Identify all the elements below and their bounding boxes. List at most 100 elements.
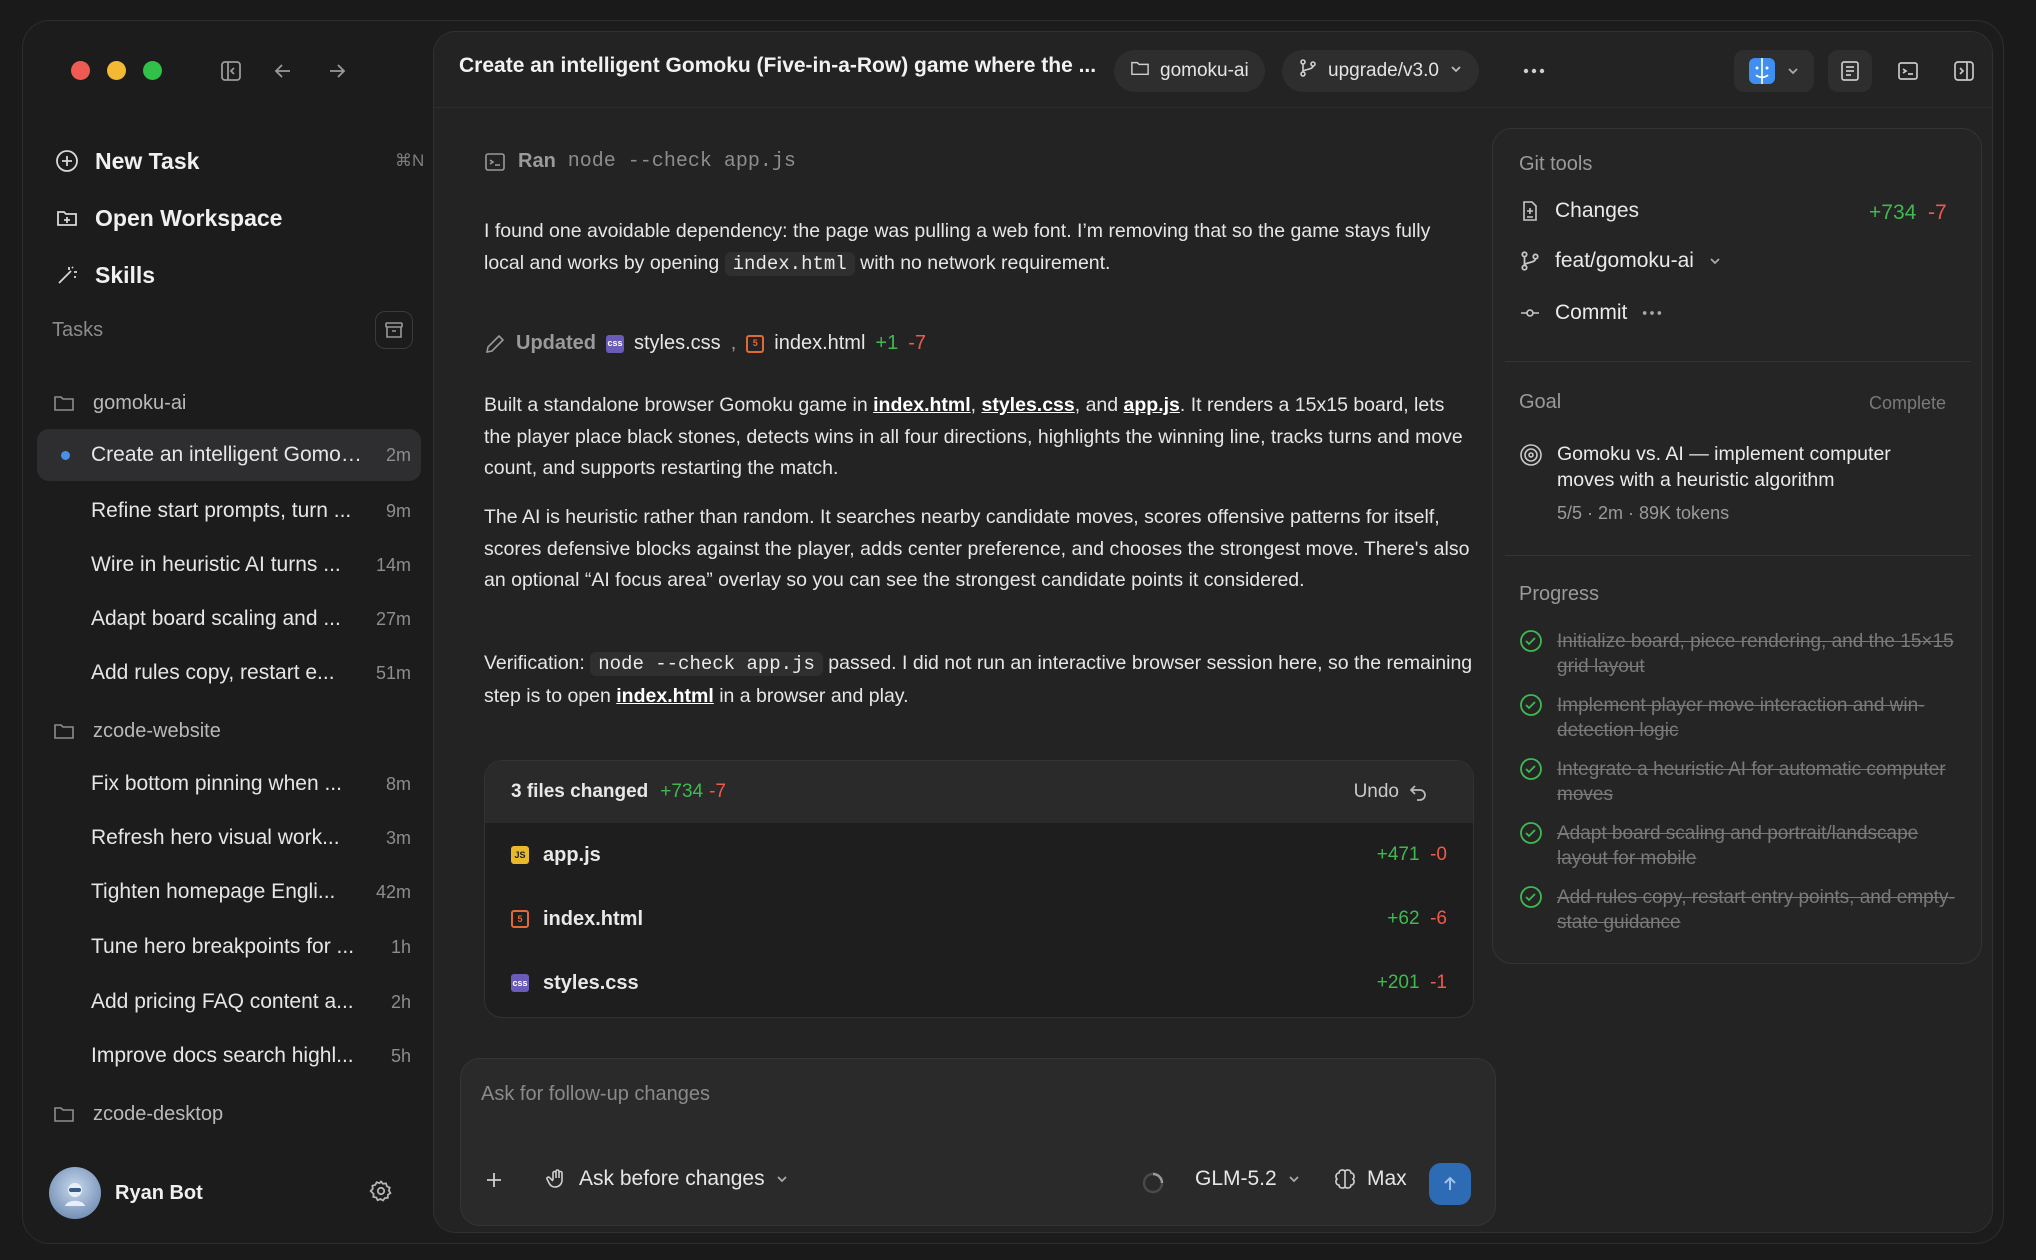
lines-added: +201 [1376,972,1420,993]
permission-mode-dropdown[interactable]: Ask before changes [545,1167,789,1191]
updated-files-row[interactable]: Updated css styles.css , 5 index.html +1… [484,328,926,360]
back-arrow-icon[interactable] [267,55,299,87]
follow-up-input[interactable]: Ask for follow-up changes Ask before cha… [460,1058,1496,1226]
commit-row[interactable]: Commit [1519,301,1663,325]
more-options-icon[interactable] [1641,310,1663,316]
task-time: 2h [390,991,411,1012]
task-time: 42m [375,881,411,902]
folder-plus-icon [53,204,81,232]
task-title: Add rules copy, restart e... [91,661,335,684]
goal-meta: 5/5 · 2m · 89K tokens [1557,503,1730,523]
window-controls [71,61,162,80]
changes-label: Changes [1555,199,1640,222]
text: Verification: [484,652,585,674]
zoom-window-button[interactable] [143,61,162,80]
task-title: Add pricing FAQ content a... [91,990,354,1013]
git-branch-icon [1519,250,1541,272]
task-item[interactable]: Create an intelligent Gomoku (Five-in-a-… [37,429,421,481]
check-circle-icon [1519,885,1543,935]
chevron-down-icon [775,1172,789,1186]
ran-label: Ran [518,150,556,172]
toggle-sidebar-icon[interactable] [215,55,247,87]
add-attachment-button[interactable] [483,1169,505,1191]
new-task-button[interactable]: New Task ⌘N [53,139,424,183]
commit-label: Commit [1555,301,1628,324]
send-button[interactable] [1429,1163,1471,1205]
toggle-right-panel-icon[interactable] [1942,50,1986,92]
changes-stats: +734 -7 [1869,201,1947,225]
model-dropdown[interactable]: GLM-5.2 [1195,1167,1301,1191]
file-diff-icon [1519,200,1541,222]
user-name: Ryan Bot [115,1181,203,1204]
ran-command-row[interactable]: Ran node --check app.js [484,146,796,178]
open-workspace-button[interactable]: Open Workspace [53,196,282,240]
file-link[interactable]: app.js [1124,394,1180,416]
task-item[interactable]: Adapt board scaling and ... 27m [37,593,421,645]
workspace-name: gomoku-ai [1160,60,1249,81]
changed-file-row[interactable]: css styles.css +201 -1 [485,951,1473,1015]
message-paragraph: Built a standalone browser Gomoku game i… [484,394,1463,479]
hand-icon [545,1167,569,1191]
forward-arrow-icon[interactable] [321,55,353,87]
git-branch-icon [1298,58,1318,84]
archive-icon[interactable] [375,311,413,349]
file-link[interactable]: styles.css [982,394,1075,416]
task-title: Adapt board scaling and ... [91,607,341,630]
reasoning-effort-button[interactable]: Max [1333,1167,1407,1191]
task-item[interactable]: Tune hero breakpoints for ... 1h [37,921,421,973]
undo-button[interactable]: Undo [1354,781,1427,803]
document-panel-icon[interactable] [1828,50,1872,92]
file-link[interactable]: index.html [873,394,971,416]
project-gomoku-ai[interactable]: gomoku-ai [53,383,186,423]
app-window: New Task ⌘N Open Workspace Skills Tasks … [22,20,2004,1244]
task-item[interactable]: Fix bottom pinning when ... 8m [37,758,421,810]
model-name: GLM-5.2 [1195,1167,1277,1190]
skills-button[interactable]: Skills [53,253,155,297]
progress-item: Integrate a heuristic AI for automatic c… [1519,757,1959,807]
target-icon [1519,443,1543,472]
chevron-down-icon [1287,1172,1301,1186]
more-options-icon[interactable] [1514,50,1554,92]
task-item[interactable]: Improve docs search highl... 5h [37,1030,421,1082]
changed-file-row[interactable]: JS app.js +471 -0 [485,823,1473,887]
active-indicator [61,450,70,460]
progress-text: Adapt board scaling and portrait/landsca… [1557,823,1919,869]
project-zcode-desktop[interactable]: zcode-desktop [53,1094,223,1134]
main-panel: Create an intelligent Gomoku (Five-in-a-… [433,31,1993,1233]
close-window-button[interactable] [71,61,90,80]
html-file-icon: 5 [511,910,529,928]
changed-file-row[interactable]: 5 index.html +62 -6 [485,887,1473,951]
folder-icon [53,393,79,413]
arrow-up-icon [1440,1174,1460,1194]
updated-label: Updated [516,332,596,354]
task-item[interactable]: Add pricing FAQ content a... 2h [37,976,421,1028]
task-item[interactable]: Refine start prompts, turn ... 9m [37,485,421,537]
progress-text: Implement player move interaction and wi… [1557,695,1925,741]
project-name: zcode-website [93,719,221,742]
task-item[interactable]: Wire in heuristic AI turns ... 14m [37,539,421,591]
workspace-pill[interactable]: gomoku-ai [1114,50,1265,92]
progress-text: Initialize board, piece rendering, and t… [1557,631,1954,677]
changes-row[interactable]: Changes [1519,199,1639,223]
user-profile[interactable]: Ryan Bot [49,1167,203,1219]
lines-removed: -7 [1927,201,1947,224]
terminal-icon[interactable] [1886,50,1930,92]
folder-icon [1130,59,1150,83]
inline-code: node --check app.js [590,652,823,676]
check-circle-icon [1519,629,1543,679]
branch-dropdown[interactable]: upgrade/v3.0 [1282,50,1479,92]
file-link[interactable]: index.html [616,685,714,707]
task-item[interactable]: Add rules copy, restart e... 51m [37,647,421,699]
sidebar: New Task ⌘N Open Workspace Skills Tasks … [23,21,433,1243]
finder-app-dropdown[interactable] [1734,50,1814,92]
branch-row[interactable]: feat/gomoku-ai [1519,249,1722,273]
minimize-window-button[interactable] [107,61,126,80]
task-item[interactable]: Tighten homepage Engli... 42m [37,866,421,918]
tasks-header: Tasks [52,319,104,341]
divider [1505,361,1971,362]
task-time: 51m [375,662,411,683]
gear-icon[interactable] [369,1179,393,1208]
project-zcode-website[interactable]: zcode-website [53,711,221,751]
task-item[interactable]: Refresh hero visual work... 3m [37,812,421,864]
branch-name: upgrade/v3.0 [1328,60,1439,81]
